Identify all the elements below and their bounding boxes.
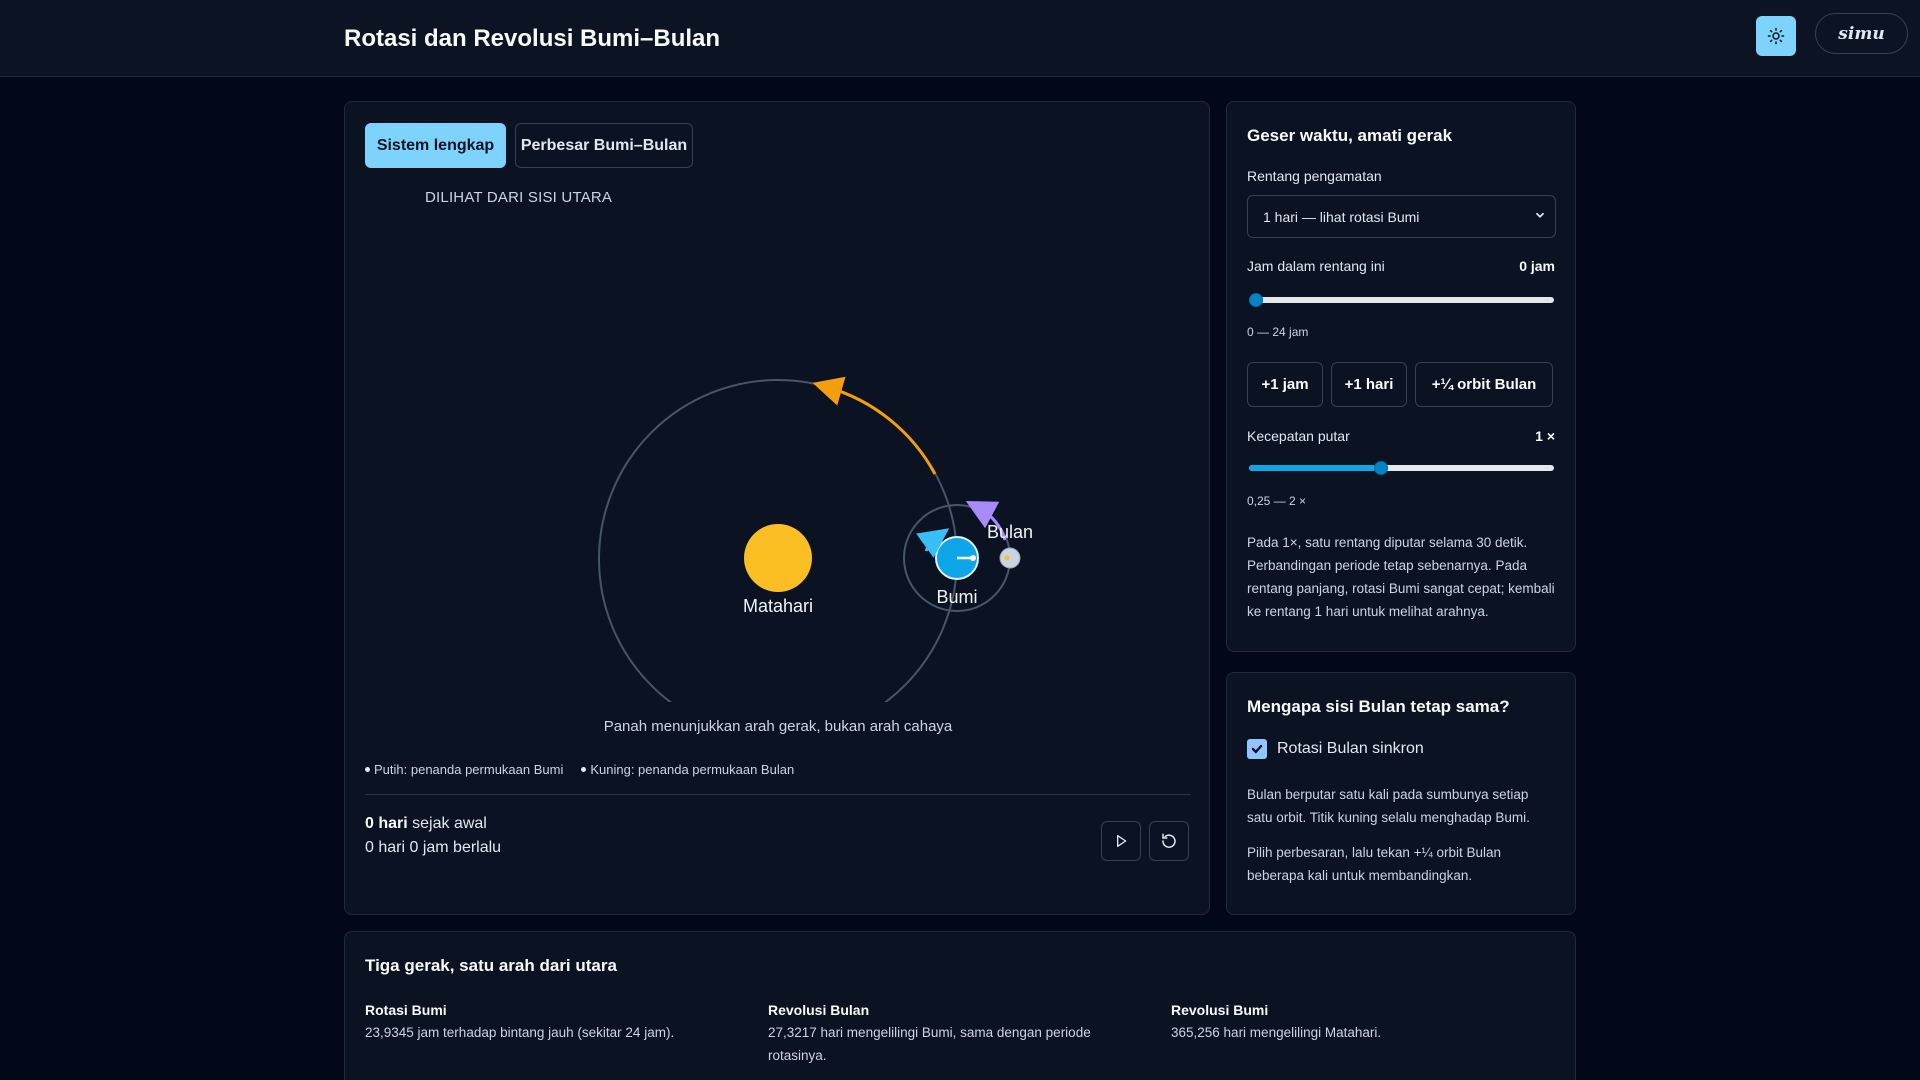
controls-note: Pada 1×, satu rentang diputar selama 30 … — [1247, 535, 1555, 619]
brand-text: simu — [1838, 23, 1885, 44]
play-icon — [1117, 835, 1127, 847]
earth-label: Bumi — [936, 587, 977, 607]
checkbox[interactable] — [1247, 739, 1267, 759]
why-para-1: Bulan berputar satu kali pada sumbunya s… — [1247, 787, 1530, 825]
sun-label: Matahari — [743, 596, 813, 616]
arrow-note: Panah menunjukkan arah gerak, bukan arah… — [603, 718, 953, 735]
legend: Putih: penanda permukaan Bumi Kuning: pe… — [365, 762, 794, 777]
why-heading: Mengapa sisi Bulan tetap sama? — [1247, 697, 1510, 716]
theme-toggle-button[interactable] — [1756, 16, 1796, 56]
earth-motion-arrow — [812, 376, 937, 475]
info-panel: Tiga gerak, satu arah dari utara Rotasi … — [344, 931, 1576, 1080]
simulation-panel: Sistem lengkap Perbesar Bumi–Bulan DILIH… — [344, 101, 1210, 915]
info-col-earth-revolution: Revolusi Bumi 365,256 hari mengelilingi … — [1171, 1002, 1382, 1040]
chevron-down-icon — [1535, 212, 1545, 218]
reset-button[interactable] — [1149, 821, 1189, 861]
sun — [744, 524, 812, 592]
hour-label: Jam dalam rentang ini — [1247, 258, 1385, 274]
hour-slider-thumb[interactable] — [1249, 293, 1263, 307]
moon — [999, 547, 1021, 569]
tab-full-system[interactable]: Sistem lengkap — [365, 123, 506, 168]
sun-icon — [1767, 27, 1785, 45]
top-bar: Rotasi dan Revolusi Bumi–Bulan simu — [0, 0, 1920, 77]
page-title: Rotasi dan Revolusi Bumi–Bulan — [344, 25, 721, 52]
hour-hint: 0 — 24 jam — [1247, 325, 1309, 339]
speed-label: Kecepatan putar — [1247, 428, 1350, 444]
speed-slider-thumb[interactable] — [1374, 461, 1389, 475]
elapsed-time: 0 hari 0 jam berlalu — [365, 839, 502, 856]
tab-zoom-earth-moon[interactable]: Perbesar Bumi–Bulan — [515, 123, 693, 168]
range-label: Rentang pengamatan — [1247, 168, 1382, 184]
brand-logo[interactable]: simu — [1815, 13, 1908, 54]
info-col-earth-rotation: Rotasi Bumi 23,9345 jam terhadap bintang… — [365, 1002, 675, 1040]
speed-hint: 0,25 — 2 × — [1247, 494, 1307, 508]
orbit-canvas: Matahari Bumi Bulan — [598, 376, 1033, 702]
earth-rotation-arrow — [916, 528, 950, 558]
view-caption: DILIHAT DARI SISI UTARA — [425, 189, 613, 206]
add-day-button[interactable]: +1 hari — [1331, 362, 1407, 407]
add-quarter-orbit-button[interactable]: +¼ orbit Bulan — [1415, 362, 1553, 407]
play-button[interactable] — [1101, 821, 1141, 861]
info-col-moon-revolution: Revolusi Bulan 27,3217 hari mengelilingi… — [768, 1002, 1091, 1063]
speed-slider[interactable] — [1247, 458, 1556, 478]
info-heading: Tiga gerak, satu arah dari utara — [365, 956, 617, 975]
legend-item-earth: Putih: penanda permukaan Bumi — [365, 762, 563, 777]
checkbox-label: Rotasi Bulan sinkron — [1277, 740, 1424, 757]
hour-value: 0 jam — [1519, 258, 1555, 274]
legend-item-moon: Kuning: penanda permukaan Bulan — [581, 762, 794, 777]
controls-heading: Geser waktu, amati gerak — [1247, 126, 1453, 145]
why-para-2: Pilih perbesaran, lalu tekan +¼ orbit Bu… — [1247, 845, 1502, 883]
add-hour-button[interactable]: +1 jam — [1247, 362, 1323, 407]
range-select[interactable]: 1 hari — lihat rotasi Bumi — [1247, 195, 1556, 238]
moon-label: Bulan — [987, 522, 1033, 542]
why-panel: Mengapa sisi Bulan tetap sama? Rotasi Bu… — [1226, 672, 1576, 915]
check-icon — [1251, 744, 1263, 754]
days-counter: 0 hari sejak awal — [365, 815, 487, 832]
moon-surface-marker — [1004, 555, 1010, 561]
sync-rotation-toggle[interactable]: Rotasi Bulan sinkron — [1247, 739, 1424, 759]
earth-surface-marker — [970, 555, 976, 561]
speed-value: 1 × — [1535, 428, 1555, 444]
hour-slider[interactable] — [1247, 290, 1556, 310]
controls-panel: Geser waktu, amati gerak Rentang pengama… — [1226, 101, 1576, 652]
divider — [365, 794, 1191, 795]
range-select-value: 1 hari — lihat rotasi Bumi — [1263, 208, 1420, 225]
reset-icon — [1162, 833, 1176, 848]
